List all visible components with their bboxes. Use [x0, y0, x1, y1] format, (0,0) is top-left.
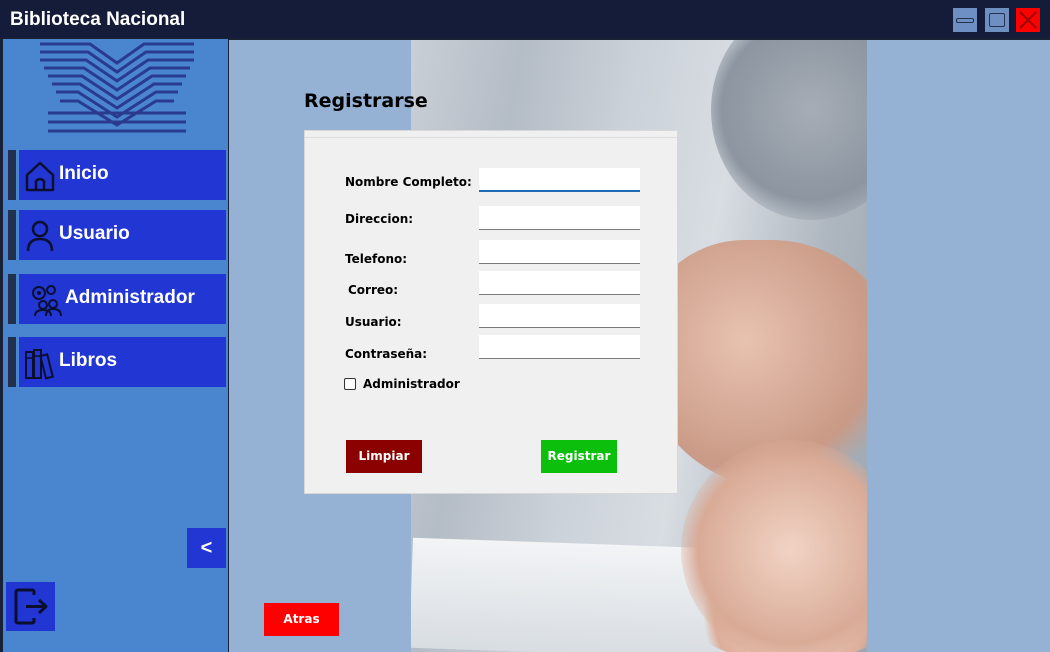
title-bar: Biblioteca Nacional — [0, 0, 1050, 38]
nombre-input[interactable] — [479, 168, 640, 192]
page-title: Registrarse — [304, 90, 428, 112]
sidebar-item-libros[interactable]: Libros — [8, 337, 226, 387]
sidebar-item-label: Libros — [59, 350, 118, 371]
telefono-input[interactable] — [479, 240, 640, 264]
logout-icon — [14, 588, 48, 625]
clear-button[interactable]: Limpiar — [346, 440, 422, 473]
home-icon — [25, 161, 55, 192]
registration-form: Nombre Completo: Direccion: Telefono: Co… — [304, 130, 678, 494]
nav-indicator — [8, 274, 16, 324]
contrasena-input[interactable] — [479, 335, 640, 359]
back-button[interactable]: Atras — [264, 603, 339, 636]
close-icon[interactable] — [1016, 8, 1040, 32]
telefono-label: Telefono: — [345, 252, 408, 266]
sidebar-item-label: Usuario — [59, 223, 130, 244]
sidebar-item-administrador[interactable]: Administrador — [8, 274, 226, 324]
sidebar-item-label: Administrador — [65, 287, 195, 308]
logout-button[interactable] — [6, 582, 55, 631]
library-logo — [40, 42, 194, 133]
maximize-icon[interactable] — [985, 8, 1009, 32]
window-title: Biblioteca Nacional — [10, 9, 186, 30]
nav-indicator — [8, 210, 16, 260]
admin-gears-icon — [32, 285, 62, 317]
inicio-button[interactable]: Inicio — [19, 150, 226, 200]
usuario-input[interactable] — [479, 304, 640, 328]
administrador-checkbox-label: Administrador — [363, 377, 460, 391]
sidebar-item-usuario[interactable]: Usuario — [8, 210, 226, 260]
minimize-icon[interactable] — [953, 8, 977, 32]
nombre-label: Nombre Completo: — [345, 175, 472, 189]
nav-indicator — [8, 150, 16, 200]
register-button[interactable]: Registrar — [541, 440, 617, 473]
direccion-label: Direccion: — [345, 212, 414, 226]
sidebar-item-inicio[interactable]: Inicio — [8, 150, 226, 200]
nav-indicator — [8, 337, 16, 387]
main-content: Registrarse Nombre Completo: Direccion: … — [229, 40, 1050, 652]
books-icon — [25, 349, 54, 380]
sidebar-item-label: Inicio — [59, 163, 109, 184]
administrador-button[interactable]: Administrador — [19, 274, 226, 324]
administrador-checkbox[interactable] — [344, 378, 356, 390]
correo-input[interactable] — [479, 271, 640, 295]
usuario-button[interactable]: Usuario — [19, 210, 226, 260]
libros-button[interactable]: Libros — [19, 337, 226, 387]
correo-label: Correo: — [348, 283, 399, 297]
user-icon — [26, 220, 54, 252]
sidebar: Inicio Usuario Administrador Libros < — [3, 39, 228, 652]
contrasena-label: Contraseña: — [345, 347, 428, 361]
collapse-sidebar-button[interactable]: < — [187, 528, 226, 568]
direccion-input[interactable] — [479, 206, 640, 230]
usuario-label: Usuario: — [345, 315, 402, 329]
